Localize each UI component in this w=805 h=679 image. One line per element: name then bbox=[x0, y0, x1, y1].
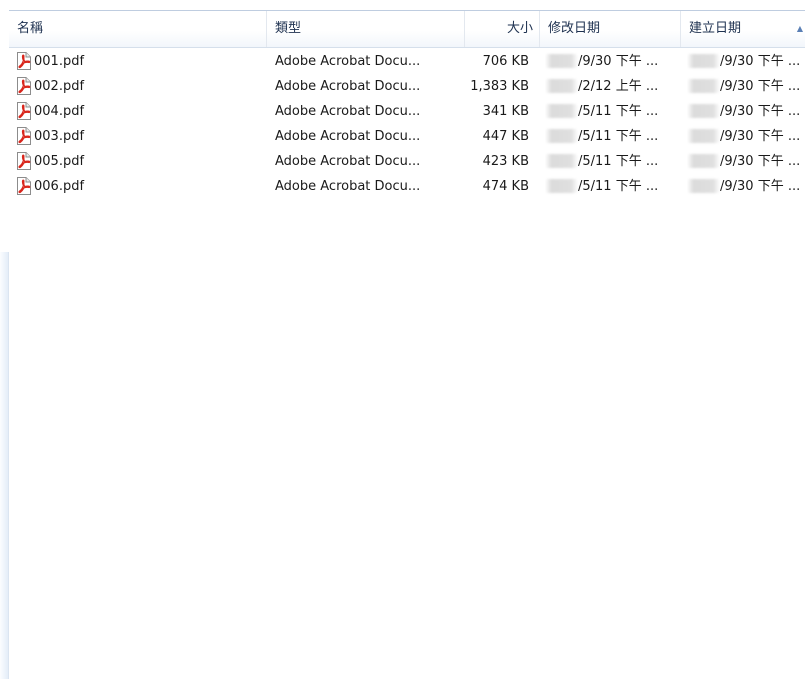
pdf-file-icon bbox=[17, 76, 31, 95]
file-size-cell: 447 KB bbox=[482, 129, 529, 144]
file-modified-cell: /5/11 下午 ... bbox=[545, 99, 679, 124]
file-explorer-window: 名稱 類型 大小 修改日期 建立日期 ▲ 001.pdf Adobe Acrob… bbox=[0, 0, 805, 679]
file-modified-text: /9/30 下午 ... bbox=[578, 54, 659, 69]
column-header-created-label: 建立日期 bbox=[689, 21, 742, 36]
file-row[interactable]: 006.pdf Adobe Acrobat Docu... 474 KB /5/… bbox=[9, 174, 805, 199]
redacted-year-mask bbox=[545, 178, 578, 193]
file-type-cell: Adobe Acrobat Docu... bbox=[275, 154, 421, 169]
column-header-type[interactable]: 類型 bbox=[267, 11, 465, 47]
redacted-year-mask bbox=[545, 78, 578, 93]
file-created-cell: /9/30 下午 ... bbox=[687, 49, 805, 74]
file-name-cell[interactable]: 002.pdf bbox=[15, 74, 265, 99]
file-type-cell: Adobe Acrobat Docu... bbox=[275, 179, 421, 194]
file-modified-text: /5/11 下午 ... bbox=[578, 104, 659, 119]
file-created-cell: /9/30 下午 ... bbox=[687, 74, 805, 99]
pdf-file-icon bbox=[17, 151, 31, 170]
file-created-text: /9/30 下午 ... bbox=[720, 79, 801, 94]
file-modified-cell: /9/30 下午 ... bbox=[545, 49, 679, 74]
file-created-cell: /9/30 下午 ... bbox=[687, 149, 805, 174]
file-name-text: 002.pdf bbox=[34, 79, 85, 94]
column-header-name[interactable]: 名稱 bbox=[9, 11, 267, 47]
file-size-cell: 1,383 KB bbox=[470, 79, 529, 94]
file-type-cell: Adobe Acrobat Docu... bbox=[275, 129, 421, 144]
sort-ascending-icon: ▲ bbox=[796, 24, 803, 33]
pdf-file-icon bbox=[17, 176, 31, 195]
file-name-text: 004.pdf bbox=[34, 104, 85, 119]
redacted-year-mask bbox=[545, 53, 578, 68]
file-type-cell: Adobe Acrobat Docu... bbox=[275, 104, 421, 119]
file-size-cell: 474 KB bbox=[482, 179, 529, 194]
file-name-cell[interactable]: 004.pdf bbox=[15, 99, 265, 124]
file-name-cell[interactable]: 005.pdf bbox=[15, 149, 265, 174]
top-strip bbox=[0, 0, 805, 10]
column-header-size[interactable]: 大小 bbox=[465, 11, 540, 47]
file-modified-text: /5/11 下午 ... bbox=[578, 129, 659, 144]
file-created-text: /9/30 下午 ... bbox=[720, 179, 801, 194]
pdf-file-icon bbox=[17, 126, 31, 145]
redacted-year-mask bbox=[687, 178, 720, 193]
column-header-bar: 名稱 類型 大小 修改日期 建立日期 ▲ bbox=[9, 10, 805, 48]
redacted-year-mask bbox=[687, 78, 720, 93]
file-created-text: /9/30 下午 ... bbox=[720, 154, 801, 169]
file-modified-cell: /5/11 下午 ... bbox=[545, 174, 679, 199]
redacted-year-mask bbox=[545, 128, 578, 143]
column-header-modified[interactable]: 修改日期 bbox=[540, 11, 681, 47]
file-created-cell: /9/30 下午 ... bbox=[687, 174, 805, 199]
file-row[interactable]: 002.pdf Adobe Acrobat Docu... 1,383 KB /… bbox=[9, 74, 805, 99]
file-list: 001.pdf Adobe Acrobat Docu... 706 KB /9/… bbox=[9, 49, 805, 199]
file-type-cell: Adobe Acrobat Docu... bbox=[275, 79, 421, 94]
file-created-cell: /9/30 下午 ... bbox=[687, 99, 805, 124]
redacted-year-mask bbox=[687, 153, 720, 168]
file-created-text: /9/30 下午 ... bbox=[720, 104, 801, 119]
file-modified-cell: /2/12 上午 ... bbox=[545, 74, 679, 99]
redacted-year-mask bbox=[545, 103, 578, 118]
file-modified-text: /2/12 上午 ... bbox=[578, 79, 659, 94]
file-name-text: 005.pdf bbox=[34, 154, 85, 169]
file-size-cell: 423 KB bbox=[482, 154, 529, 169]
file-modified-text: /5/11 下午 ... bbox=[578, 179, 659, 194]
file-name-text: 001.pdf bbox=[34, 54, 85, 69]
file-created-text: /9/30 下午 ... bbox=[720, 129, 801, 144]
file-created-cell: /9/30 下午 ... bbox=[687, 124, 805, 149]
file-name-cell[interactable]: 001.pdf bbox=[15, 49, 265, 74]
redacted-year-mask bbox=[687, 103, 720, 118]
file-size-cell: 706 KB bbox=[482, 54, 529, 69]
file-row[interactable]: 001.pdf Adobe Acrobat Docu... 706 KB /9/… bbox=[9, 49, 805, 74]
left-pane-edge bbox=[0, 252, 9, 679]
redacted-year-mask bbox=[545, 153, 578, 168]
file-name-text: 003.pdf bbox=[34, 129, 85, 144]
file-row[interactable]: 003.pdf Adobe Acrobat Docu... 447 KB /5/… bbox=[9, 124, 805, 149]
file-modified-text: /5/11 下午 ... bbox=[578, 154, 659, 169]
redacted-year-mask bbox=[687, 53, 720, 68]
file-name-cell[interactable]: 003.pdf bbox=[15, 124, 265, 149]
file-type-cell: Adobe Acrobat Docu... bbox=[275, 54, 421, 69]
file-modified-cell: /5/11 下午 ... bbox=[545, 124, 679, 149]
file-name-cell[interactable]: 006.pdf bbox=[15, 174, 265, 199]
file-row[interactable]: 004.pdf Adobe Acrobat Docu... 341 KB /5/… bbox=[9, 99, 805, 124]
file-row[interactable]: 005.pdf Adobe Acrobat Docu... 423 KB /5/… bbox=[9, 149, 805, 174]
file-name-text: 006.pdf bbox=[34, 179, 85, 194]
file-size-cell: 341 KB bbox=[482, 104, 529, 119]
pdf-file-icon bbox=[17, 51, 31, 70]
file-created-text: /9/30 下午 ... bbox=[720, 54, 801, 69]
file-modified-cell: /5/11 下午 ... bbox=[545, 149, 679, 174]
column-header-created[interactable]: 建立日期 ▲ bbox=[681, 11, 805, 47]
redacted-year-mask bbox=[687, 128, 720, 143]
pdf-file-icon bbox=[17, 101, 31, 120]
